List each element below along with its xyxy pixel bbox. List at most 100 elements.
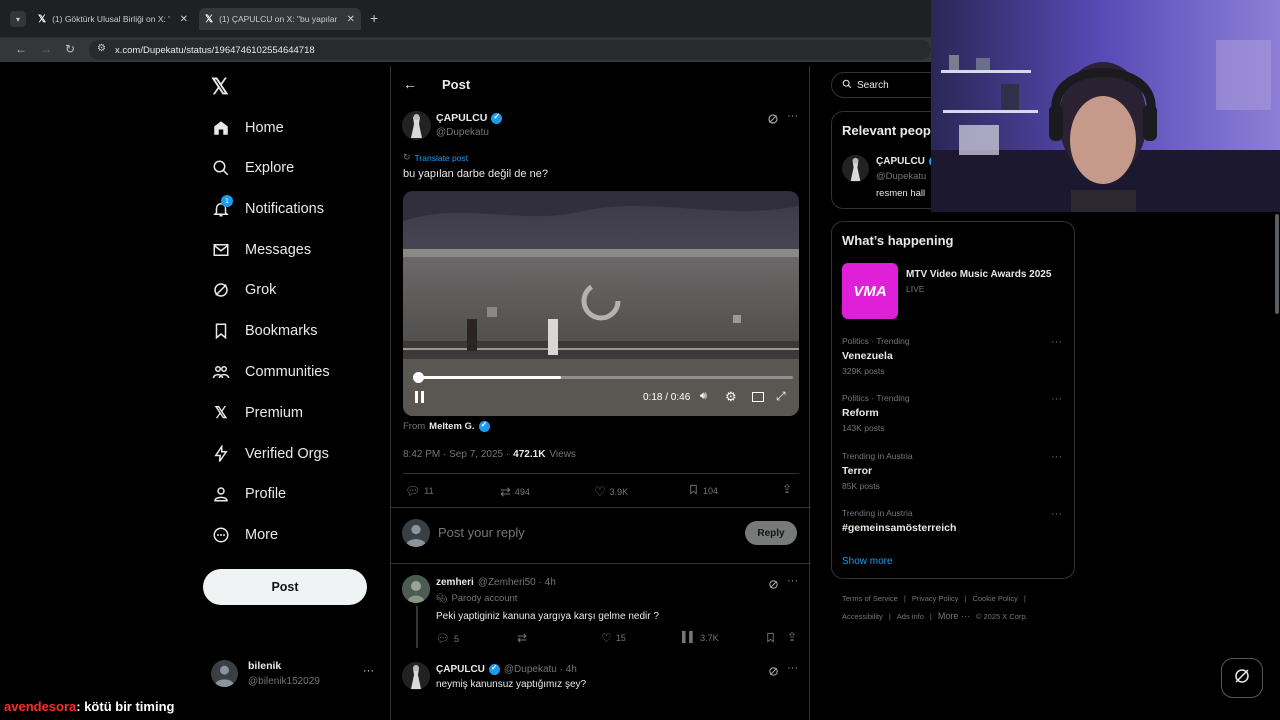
panel-title: Relevant people (842, 123, 942, 138)
bookmark-action[interactable]: 104 (688, 484, 718, 497)
post-button[interactable]: Post (203, 569, 367, 605)
x-favicon-icon: 𝕏 (205, 13, 214, 25)
nav-item-explore[interactable]: Explore (212, 156, 294, 180)
share-icon[interactable]: ⇪ (787, 630, 797, 644)
trend-item[interactable]: Politics · Trending Reform 143K posts ··… (842, 393, 1066, 439)
like-count: 15 (615, 633, 626, 643)
grok-floating-button[interactable] (1221, 658, 1263, 698)
verified-badge-icon (491, 112, 503, 124)
repost-action[interactable]: ⇄ 494 (500, 484, 530, 500)
more-circle-icon (212, 526, 230, 544)
trend-more-icon[interactable]: ··· (1051, 508, 1062, 520)
x-logo-icon[interactable]: 𝕏 (211, 74, 229, 100)
browser-tab[interactable]: 𝕏 (1) Göktürk Ulusal Birliği on X: "... … (32, 8, 194, 30)
footer-link[interactable]: Terms of Service (842, 594, 898, 603)
footer-link[interactable]: Privacy Policy (912, 594, 959, 603)
footer-link[interactable]: Accessibility (842, 612, 883, 621)
trend-item[interactable]: Trending in Austria Terror 85K posts ··· (842, 451, 1066, 497)
forward-icon[interactable]: → (40, 42, 52, 56)
close-tab-icon[interactable]: ✕ (180, 14, 188, 25)
divider (391, 563, 811, 564)
trend-item[interactable]: Trending in Austria #gemeinsamösterreich… (842, 508, 1066, 538)
like-action[interactable]: ♡ 3.9K (594, 484, 628, 500)
browser-tab-active[interactable]: 𝕏 (1) ÇAPULCU on X: "bu yapılan d... ✕ (199, 8, 361, 30)
reply-handle[interactable]: @Dupekatu · 4h (504, 664, 577, 675)
nav-item-communities[interactable]: Communities (212, 360, 330, 384)
trend-more-icon[interactable]: ··· (1051, 451, 1062, 463)
author-handle[interactable]: @Dupekatu (436, 127, 489, 138)
author-name-row[interactable]: ÇAPULCU (436, 112, 503, 124)
reply-author[interactable]: zemheri (436, 577, 474, 588)
reply-more-icon[interactable]: ··· (787, 662, 798, 674)
relevant-handle[interactable]: @Dupekatu (876, 171, 926, 182)
nav-item-profile[interactable]: Profile (212, 482, 286, 506)
footer-link[interactable]: Ads info (897, 612, 924, 621)
grok-explain-icon[interactable] (768, 577, 779, 595)
repost-icon[interactable]: ⇄ (517, 631, 527, 645)
reload-icon[interactable]: ↻ (65, 42, 75, 56)
grok-explain-icon[interactable] (768, 664, 779, 682)
show-more-link[interactable]: Show more (842, 556, 893, 567)
picture-in-picture-icon[interactable] (752, 392, 764, 402)
share-icon[interactable]: ⇪ (782, 482, 792, 496)
relevant-bio: resmen hall (876, 188, 926, 199)
video-scrubber-handle[interactable] (413, 372, 424, 383)
back-icon[interactable]: ← (15, 42, 27, 56)
trend-item[interactable]: Politics · Trending Venezuela 329K posts… (842, 336, 1066, 382)
url-field[interactable]: ⚙ x.com/Dupekatu/status/1964746102554644… (89, 40, 931, 60)
scrollbar[interactable] (1275, 214, 1279, 314)
trend-more-icon[interactable]: ··· (1051, 393, 1062, 405)
nav-item-more[interactable]: More (212, 523, 278, 547)
pause-icon[interactable] (415, 391, 425, 403)
account-more-icon[interactable]: ··· (363, 665, 374, 677)
bookmark-count: 104 (703, 485, 719, 496)
grok-explain-icon[interactable] (767, 112, 779, 130)
post-more-icon[interactable]: ··· (787, 110, 798, 122)
close-tab-icon[interactable]: ✕ (347, 14, 355, 25)
nav-item-verified-orgs[interactable]: Verified Orgs (212, 442, 329, 466)
volume-icon[interactable]: 🔊︎ (700, 390, 707, 403)
reply-handle[interactable]: @Zemheri50 · 4h (478, 577, 556, 588)
post-timestamp[interactable]: 8:42 PM · Sep 7, 2025 · (403, 449, 509, 460)
reply-input[interactable]: Post your reply (438, 525, 728, 540)
nav-item-home[interactable]: Home (212, 116, 284, 140)
reply-more-icon[interactable]: ··· (787, 575, 798, 587)
reply-avatar[interactable] (402, 662, 430, 690)
relevant-avatar[interactable] (842, 155, 869, 182)
author-avatar[interactable] (402, 111, 431, 140)
nav-item-notifications[interactable]: 1 Notifications (212, 195, 324, 221)
settings-gear-icon[interactable]: ⚙ (725, 389, 737, 405)
mail-icon (212, 241, 230, 259)
new-tab-button[interactable]: + (370, 10, 378, 26)
account-switcher[interactable]: bilenik @bilenik152029 ··· (211, 659, 377, 691)
from-name[interactable]: Meltem G. (429, 421, 474, 432)
panel-title: What’s happening (842, 233, 954, 248)
video-player[interactable]: 0:18 / 0:46 🔊︎ ⚙ ⤢ (403, 191, 799, 416)
back-arrow-icon[interactable]: ← (403, 76, 417, 92)
nav-item-bookmarks[interactable]: Bookmarks (212, 319, 318, 343)
video-scrubber[interactable] (413, 372, 793, 383)
trend-more-icon[interactable]: ··· (1051, 336, 1062, 348)
trend-event[interactable]: VMA MTV Video Music Awards 2025 LIVE (842, 263, 1066, 319)
site-info-icon[interactable]: ⚙ (97, 43, 106, 54)
like-action[interactable]: ♡ 15 (601, 631, 626, 645)
fullscreen-icon[interactable]: ⤢ (776, 389, 786, 404)
translate-post-link[interactable]: ↻ Translate post (403, 152, 468, 163)
reply-action[interactable]: 💬︎ 11 (405, 484, 434, 498)
reply-author[interactable]: ÇAPULCU (436, 664, 485, 675)
mask-icon: 🎭︎ (436, 593, 448, 603)
footer-link[interactable]: Cookie Policy (972, 594, 1017, 603)
views-action[interactable]: ▌▌ 3.7K (682, 632, 719, 643)
like-count: 3.9K (609, 487, 629, 497)
bookmark-icon[interactable] (765, 632, 776, 643)
search-icon (842, 76, 852, 94)
nav-item-premium[interactable]: 𝕏 Premium (212, 401, 303, 425)
reply-action[interactable]: 💬︎ 5 (436, 632, 459, 645)
reply-avatar[interactable] (402, 575, 430, 603)
tab-list-dropdown-icon[interactable]: ▾ (10, 11, 26, 27)
nav-item-messages[interactable]: Messages (212, 238, 311, 262)
reply-button[interactable]: Reply (745, 521, 797, 545)
tab-title: (1) Göktürk Ulusal Birliği on X: "... (52, 14, 171, 24)
nav-item-grok[interactable]: Grok (212, 278, 276, 302)
footer-link[interactable]: More ··· (938, 611, 970, 621)
